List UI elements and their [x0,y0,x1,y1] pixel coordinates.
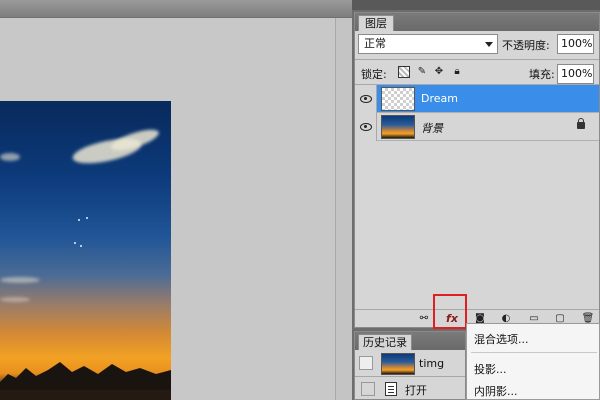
layer-name: 背景 [421,122,443,135]
blend-mode-select[interactable]: 正常 [358,34,498,54]
menu-item-blending-options[interactable]: 混合选项... [467,329,600,351]
document-workspace [0,0,352,400]
star [78,219,80,221]
blend-row: 正常 不透明度: 100% [358,34,598,56]
layer-thumbnail [381,87,415,111]
document-tab-bar [0,0,352,18]
tab-layers[interactable]: 图层 [358,15,394,31]
opacity-input[interactable]: 100% [557,34,594,54]
link-icon[interactable]: ⚯ [417,313,431,325]
layer-name: Dream [421,92,458,105]
history-panel-tabbar: 历史记录 [355,332,465,350]
history-step-name: 打开 [405,384,427,397]
divider [355,59,599,60]
fx-dropdown-menu: 混合选项... 投影... 内阴影... [466,323,600,400]
star [74,242,76,244]
tab-history[interactable]: 历史记录 [358,334,412,350]
document-open-icon [385,382,397,396]
lock-transparency-icon[interactable] [398,66,410,78]
eye-icon [360,123,372,131]
fill-input[interactable]: 100% [557,64,594,84]
menu-item-inner-shadow[interactable]: 内阴影... [467,381,600,400]
history-brush-source-icon[interactable] [361,382,375,396]
layer-row-background[interactable]: 背景 [355,113,599,141]
snapshot-name: timg [419,357,445,370]
dock-title-strip [352,0,600,10]
opacity-label: 不透明度: [502,39,550,52]
canvas-sunset-image[interactable] [0,101,171,400]
layers-panel-tabbar: 图层 [355,13,599,31]
cloud [0,297,30,302]
lock-position-move-icon[interactable]: ✥ [433,66,445,78]
vertical-scrollbar[interactable] [335,18,352,400]
menu-item-drop-shadow[interactable]: 投影... [467,359,600,381]
layer-thumbnail [381,115,415,139]
menu-separator [471,352,597,353]
layers-panel: 图层 正常 不透明度: 100% 锁定: ✎ ✥ 🔒︎ 填充: 100% Dre… [354,12,600,328]
lock-icon [577,118,585,129]
fx-highlight-box [433,294,467,329]
fill-label: 填充: [529,68,555,81]
history-snapshot[interactable]: timg [355,351,465,377]
lock-row: 锁定: ✎ ✥ 🔒︎ 填充: 100% [361,64,597,84]
star [86,217,88,219]
history-panel: 历史记录 timg 打开 [354,331,466,400]
eye-icon [360,95,372,103]
lock-all-icon[interactable]: 🔒︎ [451,66,463,78]
star [80,245,82,247]
history-step[interactable]: 打开 [355,378,465,399]
snapshot-thumbnail [381,353,415,375]
history-brush-source-icon[interactable] [359,356,373,370]
layer-row-dream[interactable]: Dream [355,85,599,113]
cloud [0,277,40,283]
lock-pixels-brush-icon[interactable]: ✎ [416,66,428,78]
lock-label: 锁定: [361,68,387,81]
visibility-toggle[interactable] [355,113,377,141]
visibility-toggle[interactable] [355,85,377,113]
chevron-down-icon [485,42,493,47]
mountain-silhouette [0,362,171,400]
blend-mode-value: 正常 [364,37,386,50]
cloud [0,153,20,161]
